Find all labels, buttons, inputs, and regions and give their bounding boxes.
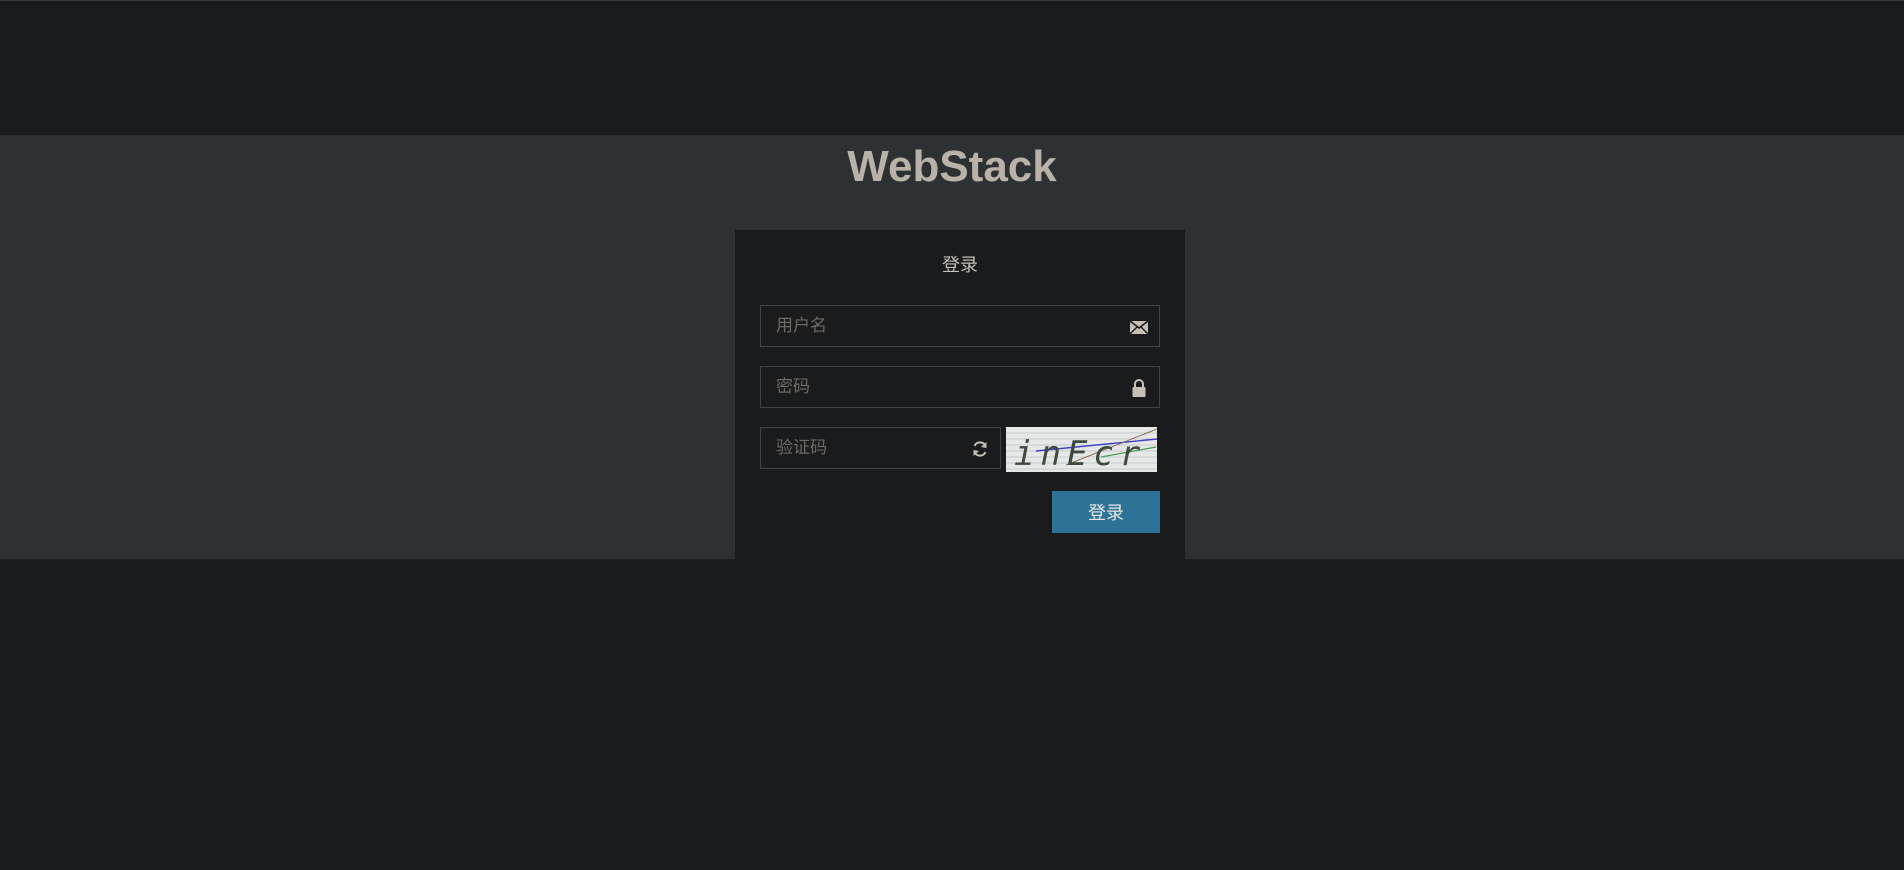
login-heading: 登录 bbox=[942, 255, 978, 276]
captcha-text: inEcr bbox=[1014, 434, 1146, 472]
site-title: WebStack bbox=[847, 142, 1057, 191]
username-input[interactable] bbox=[761, 306, 1159, 346]
login-panel: 登录 用户名 验证码 inEcr 登录 bbox=[735, 230, 1185, 559]
lock-icon bbox=[1132, 379, 1146, 397]
refresh-icon[interactable] bbox=[970, 439, 990, 459]
captcha-input[interactable] bbox=[761, 428, 1000, 468]
envelope-icon bbox=[1129, 320, 1149, 335]
top-border bbox=[0, 0, 1904, 1]
captcha-field-wrapper bbox=[760, 427, 1001, 469]
password-input[interactable] bbox=[761, 367, 1159, 407]
password-field-wrapper bbox=[760, 366, 1160, 408]
captcha-image[interactable]: inEcr bbox=[1006, 427, 1157, 472]
login-button[interactable]: 登录 bbox=[1052, 491, 1160, 533]
username-field-wrapper bbox=[760, 305, 1160, 347]
